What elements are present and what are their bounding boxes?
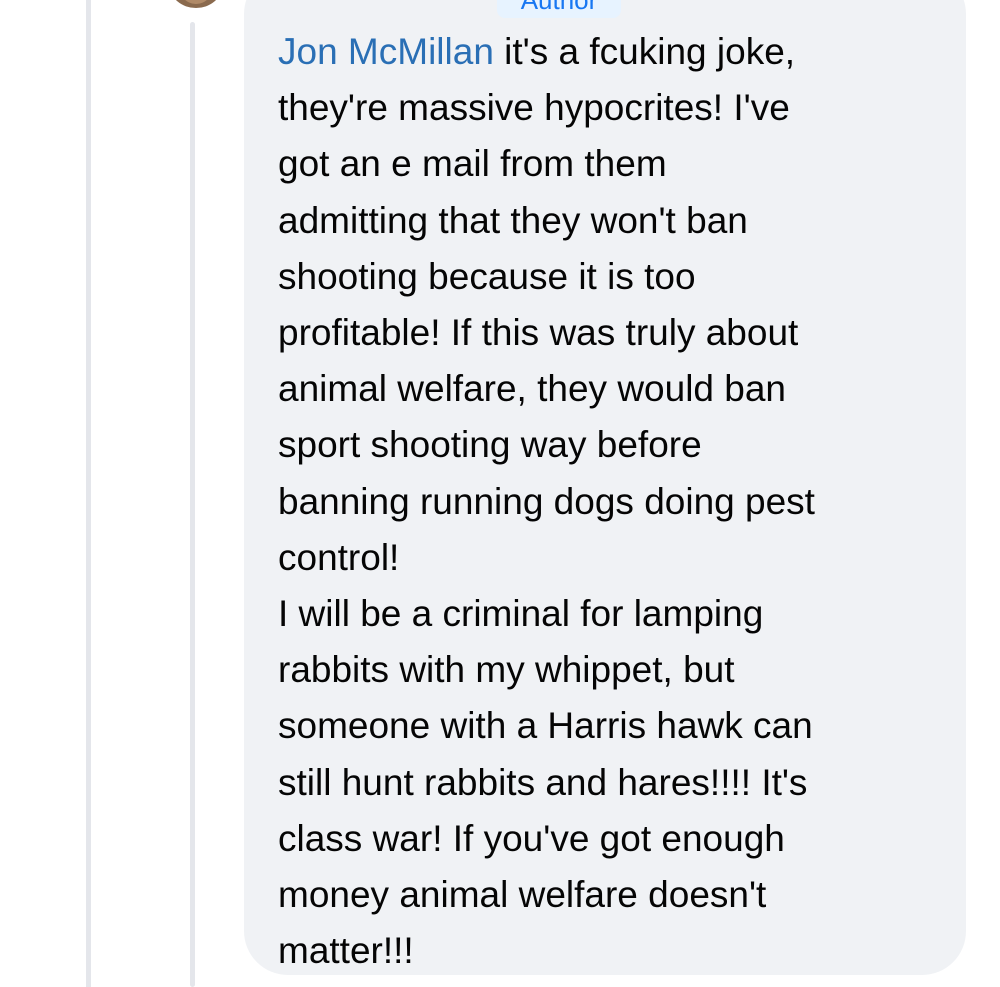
reply-thread-line xyxy=(190,22,195,987)
comment-line: control! xyxy=(278,536,400,578)
comment-line: they're massive hypocrites! I've xyxy=(278,87,790,129)
avatar[interactable] xyxy=(170,0,222,8)
thread-line xyxy=(86,0,91,987)
comment-line: sport shooting way before xyxy=(278,424,702,466)
comment-line: animal welfare, they would ban xyxy=(278,368,787,410)
comment-line: got an e mail from them xyxy=(278,143,667,185)
comment-line: admitting that they won't ban xyxy=(278,199,748,241)
comment-line: still hunt rabbits and hares!!!! It's xyxy=(278,761,808,803)
comment-line: rabbits with my whippet, but xyxy=(278,649,735,691)
mention-link[interactable]: Jon McMillan xyxy=(278,31,494,72)
comment-line: Jon McMillan it's a fcuking joke, xyxy=(278,24,948,80)
comment-line: I will be a criminal for lamping xyxy=(278,593,764,635)
comment-line: banning running dogs doing pest xyxy=(278,480,815,522)
comment-line: someone with a Harris hawk can xyxy=(278,705,813,747)
comment-line: profitable! If this was truly about xyxy=(278,312,799,354)
author-badge: Author xyxy=(497,0,621,18)
comment-line: shooting because it is too xyxy=(278,255,696,297)
comment-body: Jon McMillan it's a fcuking joke, they'r… xyxy=(278,24,948,979)
comment-line: class war! If you've got enough xyxy=(278,817,785,859)
comment-thread: Author Jon McMillan it's a fcuking joke,… xyxy=(0,0,1000,987)
comment-line: money animal welfare doesn't xyxy=(278,874,767,916)
comment-line: matter!!! xyxy=(278,930,414,972)
comment-line-text: it's a fcuking joke, xyxy=(493,31,796,72)
